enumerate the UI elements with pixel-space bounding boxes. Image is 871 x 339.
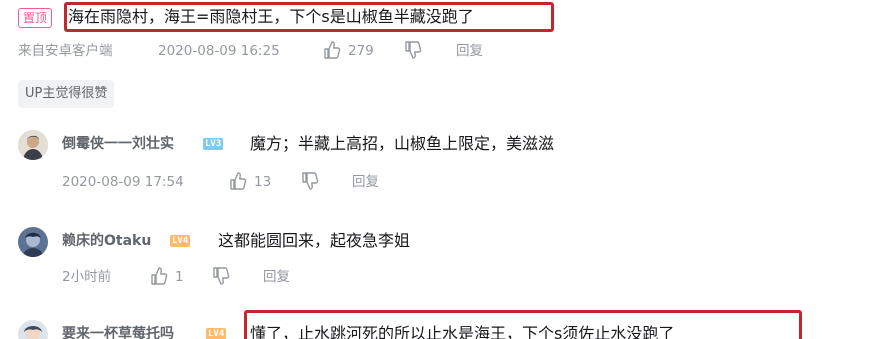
up-liked-tag: UP主觉得很赞 (18, 80, 115, 108)
level-badge: LV4 (170, 235, 191, 247)
reply-timestamp: 2小时前 (62, 269, 112, 285)
like-count: 13 (254, 174, 272, 190)
like-count: 279 (348, 43, 374, 59)
level-badge: LV4 (206, 328, 227, 339)
top-comment-text: 海在雨隐村，海王=雨隐村王，下个s是山椒鱼半藏没跑了 (68, 7, 474, 26)
comment-timestamp: 2020-08-09 16:25 (158, 43, 280, 59)
reply-text: 这都能圆回来，起夜急李姐 (218, 231, 411, 250)
reply-button[interactable]: 回复 (263, 268, 290, 286)
reply-text: 魔方；半藏上高招，山椒鱼上限定，美滋滋 (250, 134, 555, 153)
avatar[interactable] (18, 130, 48, 160)
thumbs-down-icon[interactable] (211, 266, 231, 286)
reply-button[interactable]: 回复 (352, 173, 379, 191)
username[interactable]: 赖床的Otaku (62, 231, 151, 251)
level-badge: LV3 (203, 138, 224, 150)
thumbs-up-icon[interactable] (228, 171, 248, 191)
thumbs-up-icon[interactable] (322, 40, 342, 60)
username[interactable]: 倒霉侠一一刘壮实 (62, 134, 174, 154)
comment-source: 来自安卓客户端 (18, 43, 113, 59)
thumbs-down-icon[interactable] (300, 171, 320, 191)
thumbs-up-icon[interactable] (149, 266, 169, 286)
thumbs-down-icon[interactable] (403, 40, 423, 60)
like-count: 1 (175, 269, 184, 285)
username[interactable]: 要来一杯草莓托吗 (62, 324, 174, 339)
avatar[interactable] (18, 227, 48, 257)
avatar[interactable] (18, 320, 48, 339)
pinned-badge: 置顶 (18, 8, 53, 28)
reply-text: 懂了，止水跳河死的所以止水是海王，下个s须佐止水没跑了 (250, 324, 675, 339)
reply-timestamp: 2020-08-09 17:54 (62, 174, 184, 190)
reply-button[interactable]: 回复 (456, 42, 483, 60)
